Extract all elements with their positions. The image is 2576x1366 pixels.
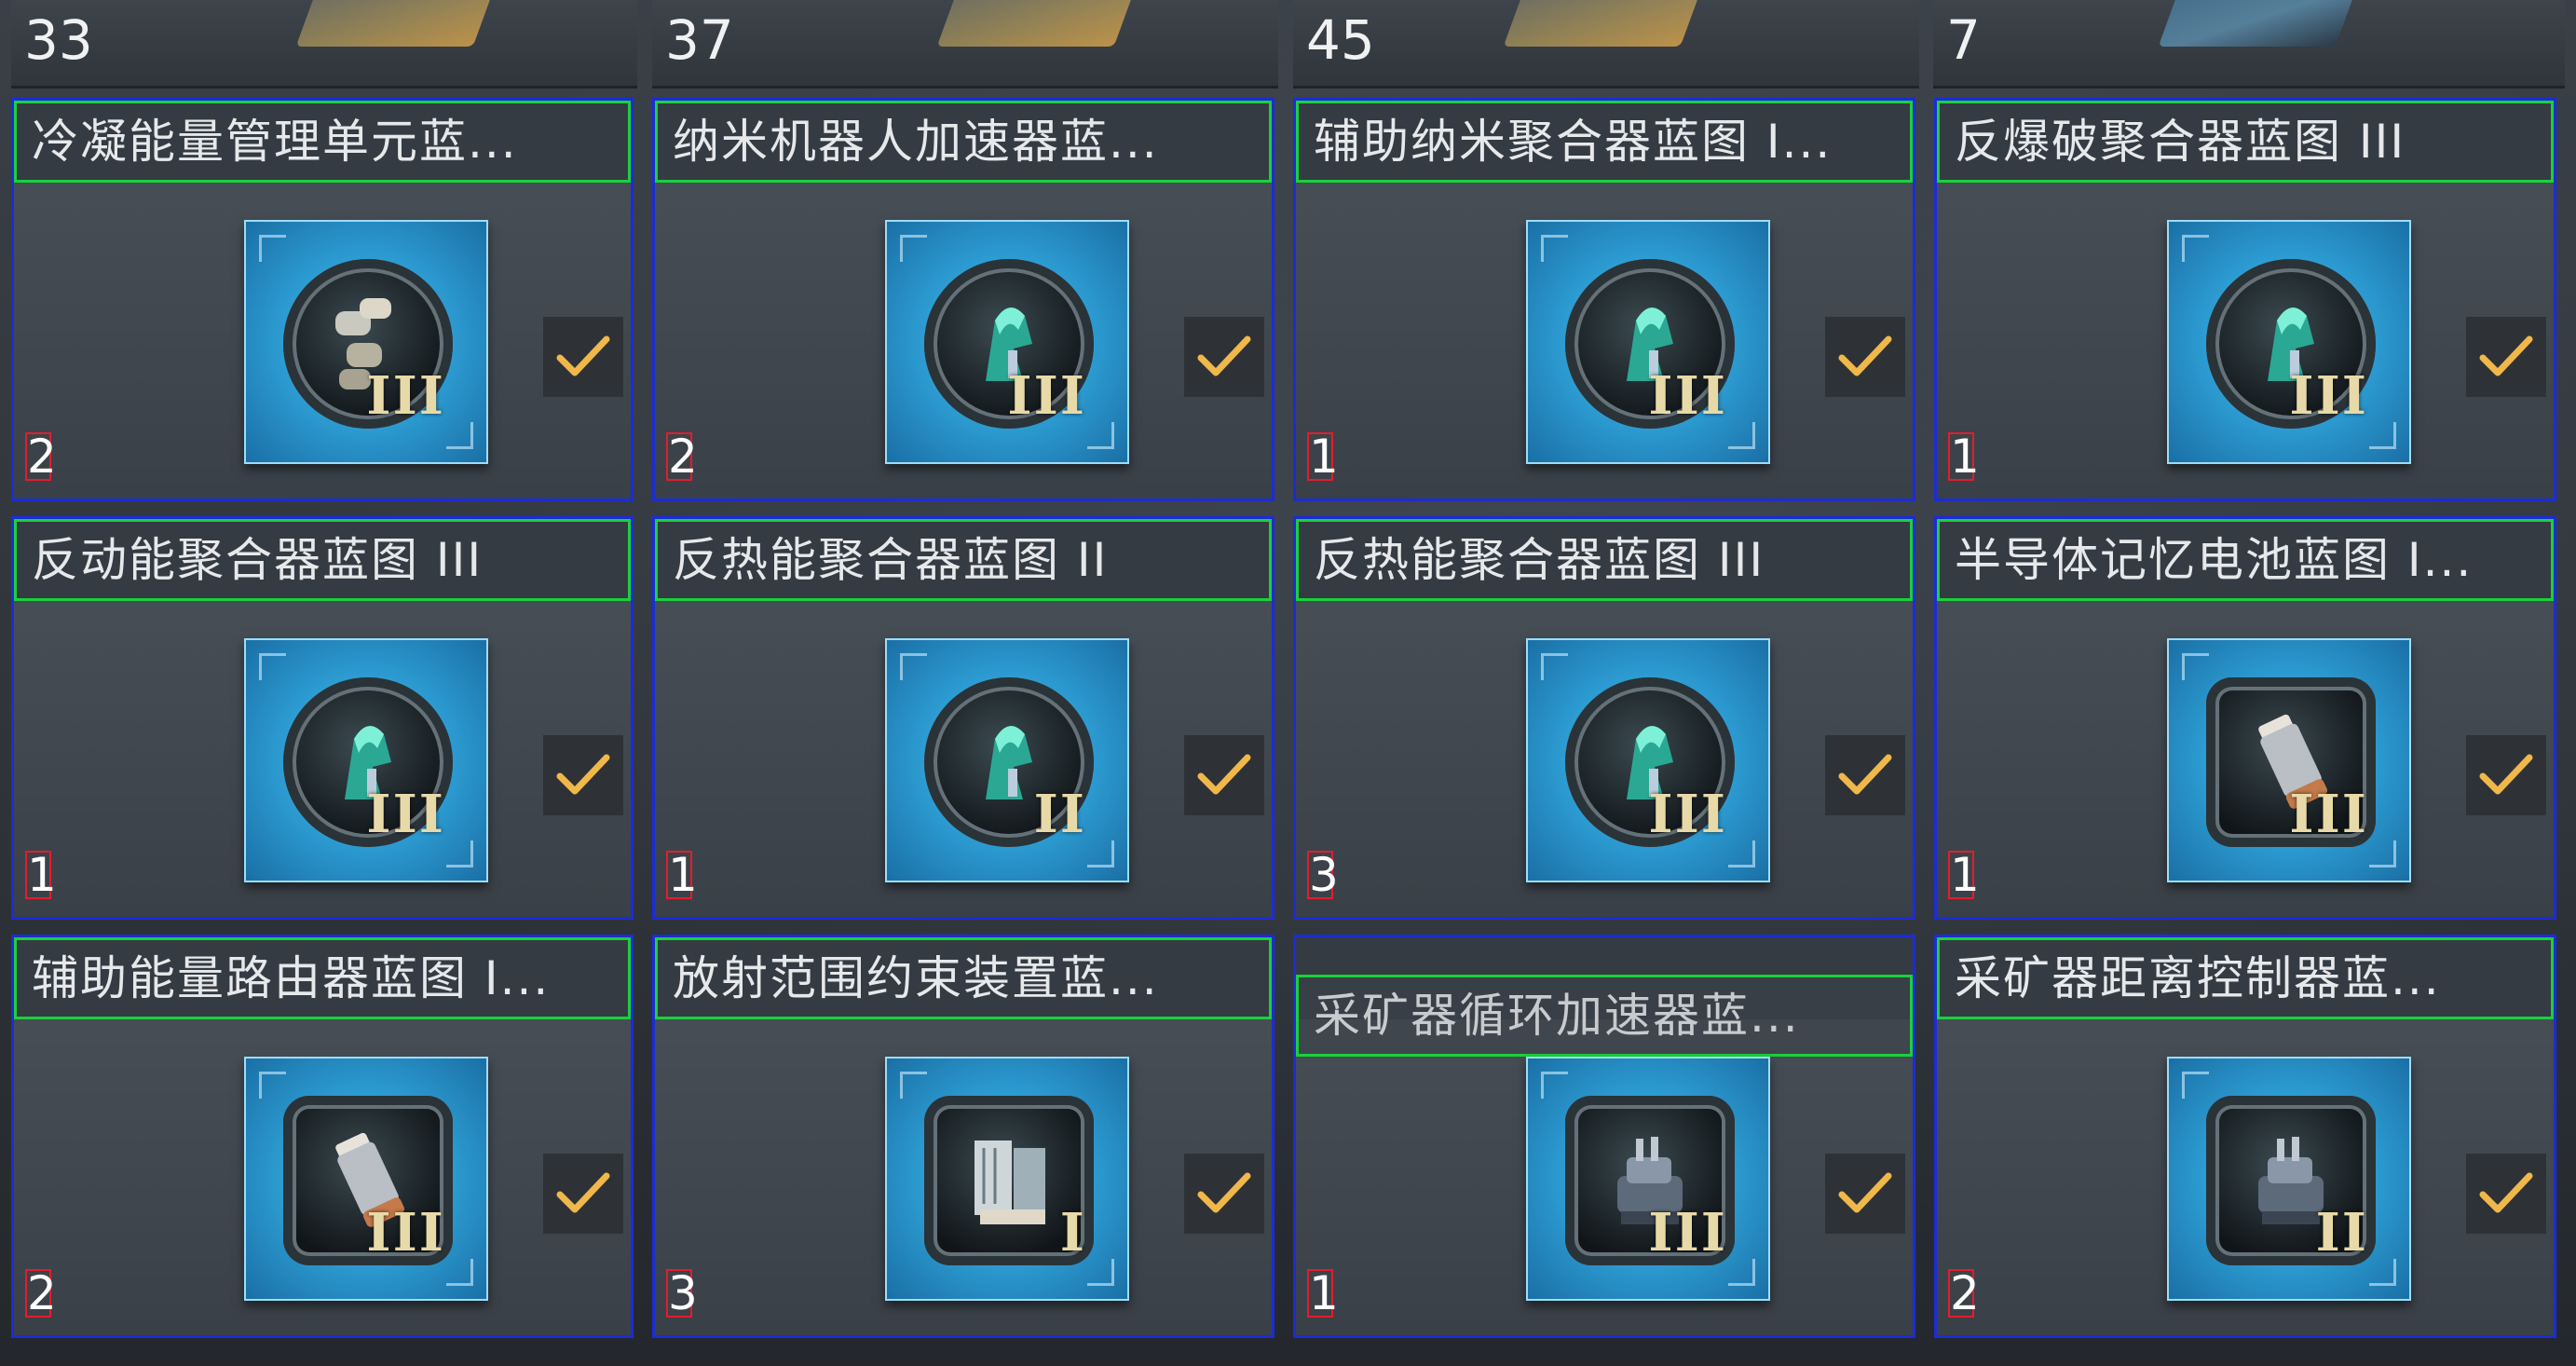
check-icon [1838,335,1892,376]
tier-label: III [1648,1202,1727,1264]
tier-label: I [1059,1202,1086,1264]
check-icon [1197,335,1251,376]
item-title: 辅助纳米聚合器蓝图 I... [1296,101,1913,183]
count-label: 33 [24,8,93,72]
item-art [936,0,1145,47]
battery-icon: III [2167,638,2411,882]
check-icon [1838,1172,1892,1213]
item-art [2158,0,2366,47]
nano-helmet-icon: III [2167,220,2411,464]
item-art [1503,0,1711,47]
top-cell-1[interactable]: 33 [11,0,637,89]
selected-checkbox[interactable] [1825,317,1905,397]
count-label: 45 [1306,8,1375,72]
quantity-badge: 3 [1307,848,1339,902]
tier-label: III [2289,365,2368,427]
top-cell-2[interactable]: 37 [652,0,1278,89]
item-title: 采矿器距离控制器蓝... [1937,937,2554,1019]
item-title: 冷凝能量管理单元蓝... [14,101,631,183]
tier-label: III [366,1202,445,1264]
check-icon [1197,1172,1251,1213]
quantity-badge: 2 [666,430,698,484]
quantity-badge: 2 [25,1266,57,1320]
top-cell-4[interactable]: 7 [1933,0,2565,89]
battery-icon: III [244,1057,488,1301]
check-icon [2479,1172,2533,1213]
blueprint-item-2[interactable]: 纳米机器人加速器蓝... III 2 [652,98,1274,501]
selected-checkbox[interactable] [543,1154,623,1234]
icon-shape [975,1141,1045,1224]
blueprint-item-4[interactable]: 反爆破聚合器蓝图 III III 1 [1934,98,2556,501]
tier-label: III [1007,365,1086,427]
quantity-badge: 1 [1307,1266,1339,1320]
selected-checkbox[interactable] [2466,735,2546,815]
selected-checkbox[interactable] [543,317,623,397]
check-icon [556,754,610,795]
item-art [295,0,504,47]
check-icon [2479,754,2533,795]
blueprint-item-1[interactable]: 冷凝能量管理单元蓝... III 2 [11,98,634,501]
item-title: 半导体记忆电池蓝图 I... [1937,519,2554,601]
item-title: 反热能聚合器蓝图 II [655,519,1272,601]
blueprint-item-12[interactable]: 采矿器距离控制器蓝... II 2 [1934,935,2556,1338]
quantity-badge: 2 [1948,1266,1980,1320]
tier-label: III [366,365,445,427]
count-label: 37 [665,8,734,72]
check-icon [556,335,610,376]
condenser-icon: III [244,220,488,464]
item-title: 辅助能量路由器蓝图 I... [14,937,631,1019]
selected-checkbox[interactable] [1825,735,1905,815]
quantity-badge: 2 [25,430,57,484]
item-title: 放射范围约束装置蓝... [655,937,1272,1019]
quantity-badge: 1 [666,848,698,902]
top-cell-3[interactable]: 45 [1293,0,1919,89]
item-title: 采矿器循环加速器蓝... [1296,975,1913,1057]
selected-checkbox[interactable] [1825,1154,1905,1234]
blueprint-item-11[interactable]: 采矿器循环加速器蓝... III 1 [1293,935,1915,1338]
tier-label: III [1648,365,1727,427]
selected-checkbox[interactable] [2466,1154,2546,1234]
check-icon [2479,335,2533,376]
tier-label: III [366,784,445,845]
blueprint-item-8[interactable]: 半导体记忆电池蓝图 I... III 1 [1934,516,2556,920]
blueprint-item-10[interactable]: 放射范围约束装置蓝... I 3 [652,935,1274,1338]
blueprint-item-5[interactable]: 反动能聚合器蓝图 III III 1 [11,516,634,920]
check-icon [1838,754,1892,795]
item-title: 反爆破聚合器蓝图 III [1937,101,2554,183]
tier-label: III [1648,784,1727,845]
tier-label: II [1033,784,1086,845]
nano-helmet-icon: III [1526,638,1770,882]
blueprint-item-3[interactable]: 辅助纳米聚合器蓝图 I... III 1 [1293,98,1915,501]
selected-checkbox[interactable] [1184,735,1264,815]
selected-checkbox[interactable] [1184,317,1264,397]
circuit-board-icon: I [885,1057,1129,1301]
selected-checkbox[interactable] [2466,317,2546,397]
blueprint-item-7[interactable]: 反热能聚合器蓝图 III III 3 [1293,516,1915,920]
nano-helmet-icon: III [244,638,488,882]
quantity-badge: 1 [1307,430,1339,484]
blueprint-item-9[interactable]: 辅助能量路由器蓝图 I... III 2 [11,935,634,1338]
mining-turret-icon: III [1526,1057,1770,1301]
check-icon [556,1172,610,1213]
blueprint-item-6[interactable]: 反热能聚合器蓝图 II II 1 [652,516,1274,920]
nano-helmet-icon: II [885,638,1129,882]
nano-helmet-icon: III [885,220,1129,464]
tier-label: II [2315,1202,2368,1264]
item-title: 反热能聚合器蓝图 III [1296,519,1913,601]
item-title: 反动能聚合器蓝图 III [14,519,631,601]
selected-checkbox[interactable] [543,735,623,815]
quantity-badge: 1 [1948,430,1980,484]
tier-label: III [2289,784,2368,845]
nano-helmet-icon: III [1526,220,1770,464]
count-label: 7 [1946,8,1981,72]
check-icon [1197,754,1251,795]
item-title: 纳米机器人加速器蓝... [655,101,1272,183]
quantity-badge: 1 [1948,848,1980,902]
selected-checkbox[interactable] [1184,1154,1264,1234]
quantity-badge: 1 [25,848,57,902]
mining-turret-icon: II [2167,1057,2411,1301]
quantity-badge: 3 [666,1266,698,1320]
